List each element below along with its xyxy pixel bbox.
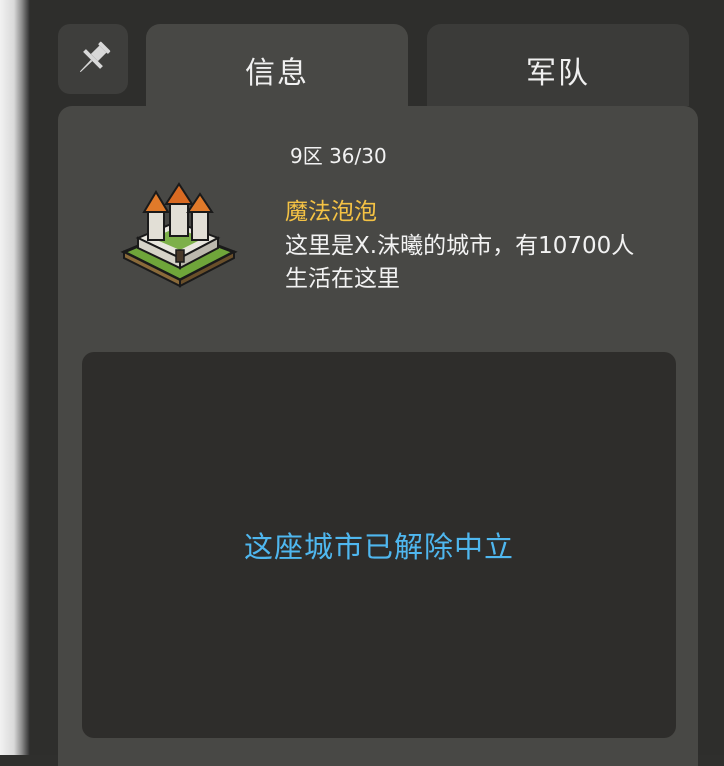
pin-button[interactable] — [58, 24, 128, 94]
tab-army-label: 军队 — [526, 56, 590, 91]
tab-info[interactable]: 信息 — [146, 24, 408, 114]
city-name: 魔法泡泡 — [285, 199, 377, 225]
left-edge — [0, 0, 30, 755]
neutrality-status: 这座城市已解除中立 — [243, 530, 514, 564]
tab-army[interactable]: 军队 — [427, 24, 689, 106]
tab-info-label: 信息 — [245, 56, 309, 91]
city-description: 这里是X.沫曦的城市，有10700人生活在这里 — [285, 233, 635, 292]
status-box: 这座城市已解除中立 — [82, 352, 676, 738]
city-coordinates: 9区 36/30 — [290, 144, 387, 168]
pin-icon — [79, 41, 111, 73]
castle-icon — [120, 182, 238, 288]
